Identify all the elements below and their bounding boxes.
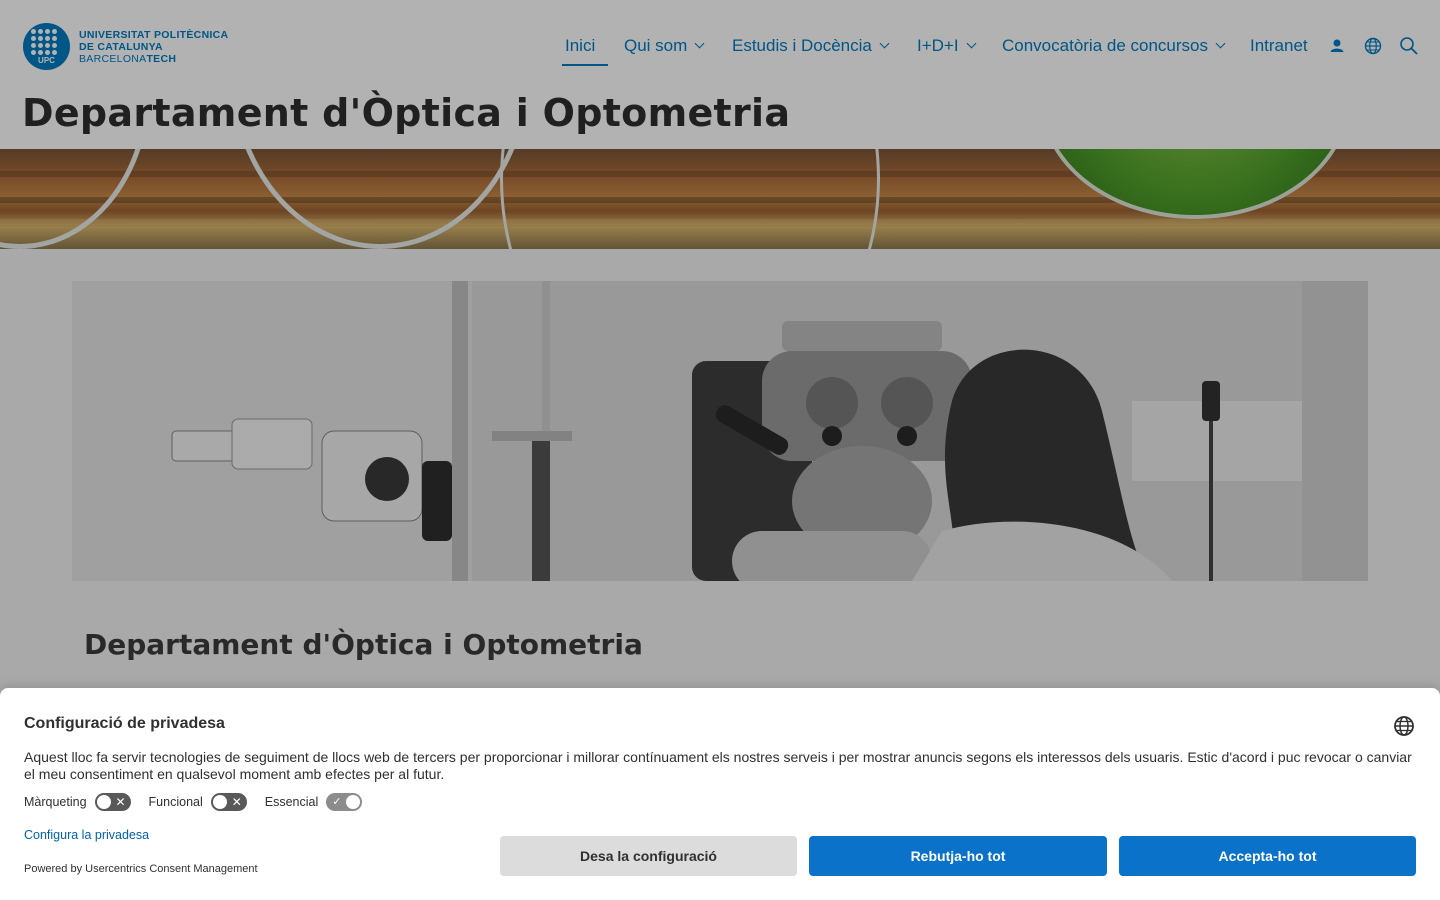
essential-toggle: ✓ — [326, 793, 363, 811]
marketing-toggle[interactable]: ✕ — [94, 793, 131, 811]
check-icon: ✓ — [332, 796, 342, 808]
consent-toggles: Màrqueting ✕ Funcional ✕ Essencial ✓ — [24, 793, 380, 811]
toggle-marketing-group: Màrqueting ✕ — [24, 793, 131, 811]
functional-toggle[interactable]: ✕ — [210, 793, 247, 811]
close-icon: ✕ — [115, 795, 126, 809]
accept-all-button[interactable]: Accepta-ho tot — [1119, 836, 1416, 876]
language-globe-icon[interactable] — [1393, 715, 1415, 737]
consent-description: Aquest lloc fa servir tecnologies de seg… — [24, 749, 1412, 782]
configure-privacy-link[interactable]: Configura la privadesa — [24, 828, 149, 842]
close-icon: ✕ — [231, 795, 242, 809]
privacy-consent-banner: Configuració de privadesa Aquest lloc fa… — [0, 688, 1440, 900]
toggle-functional-group: Funcional ✕ — [149, 793, 247, 811]
powered-by-text: Powered by Usercentrics Consent Manageme… — [24, 863, 258, 875]
reject-all-button[interactable]: Rebutja-ho tot — [809, 836, 1107, 876]
save-settings-button[interactable]: Desa la configuració — [500, 836, 797, 876]
consent-title: Configuració de privadesa — [24, 715, 225, 732]
toggle-essential-group: Essencial ✓ — [265, 793, 363, 811]
